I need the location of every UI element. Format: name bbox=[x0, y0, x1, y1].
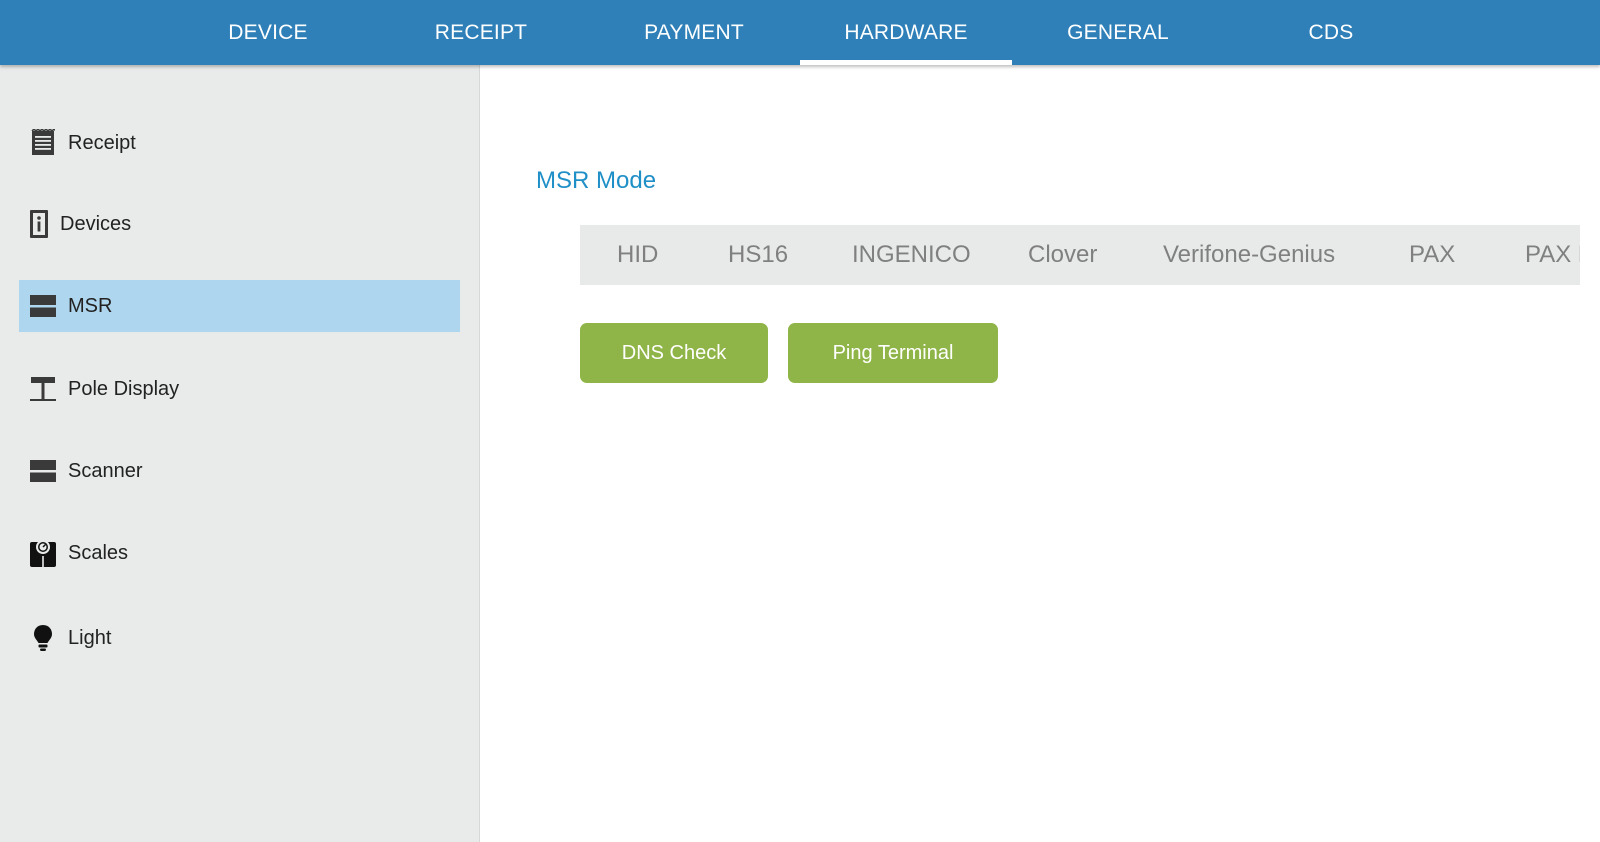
mode-option-pax-e[interactable]: PAX E bbox=[1525, 225, 1580, 285]
mode-option-pax[interactable]: PAX bbox=[1409, 225, 1455, 285]
tab-general[interactable]: GENERAL bbox=[1012, 0, 1224, 65]
sidebar-item-devices[interactable]: Devices bbox=[19, 198, 460, 250]
sidebar-item-label: Light bbox=[68, 626, 112, 649]
sidebar-item-light[interactable]: Light bbox=[19, 612, 460, 664]
scanner-icon bbox=[28, 456, 58, 486]
sidebar-item-label: Scales bbox=[68, 541, 129, 564]
sidebar-item-scales[interactable]: Scales bbox=[19, 527, 460, 579]
tab-device[interactable]: DEVICE bbox=[162, 0, 374, 65]
sidebar-item-label: Scanner bbox=[68, 459, 143, 482]
msr-icon bbox=[28, 291, 58, 321]
mode-option-hid[interactable]: HID bbox=[617, 225, 658, 285]
sidebar-item-pole-display[interactable]: Pole Display bbox=[19, 363, 460, 415]
sidebar: Receipt Devices MSR Pole Display Scanner… bbox=[0, 65, 480, 842]
sidebar-item-label: Pole Display bbox=[68, 377, 180, 400]
tab-receipt[interactable]: RECEIPT bbox=[375, 0, 587, 65]
tab-hardware[interactable]: HARDWARE bbox=[800, 0, 1012, 65]
devices-icon bbox=[28, 209, 50, 239]
mode-option-ingenico[interactable]: INGENICO bbox=[852, 225, 971, 285]
dns-check-button[interactable]: DNS Check bbox=[580, 323, 768, 383]
pole-display-icon bbox=[28, 374, 58, 404]
light-bulb-icon bbox=[28, 623, 58, 653]
sidebar-item-label: Receipt bbox=[68, 131, 136, 154]
ping-terminal-button[interactable]: Ping Terminal bbox=[788, 323, 998, 383]
tab-payment[interactable]: PAYMENT bbox=[588, 0, 800, 65]
receipt-icon bbox=[28, 128, 58, 158]
main-content: MSR Mode HID HS16 INGENICO Clover Verifo… bbox=[480, 65, 1600, 842]
top-tab-bar: DEVICE RECEIPT PAYMENT HARDWARE GENERAL … bbox=[0, 0, 1600, 65]
sidebar-item-label: Devices bbox=[60, 212, 132, 235]
scales-icon bbox=[28, 538, 58, 568]
sidebar-item-msr[interactable]: MSR bbox=[19, 280, 460, 332]
sidebar-item-label: MSR bbox=[68, 294, 113, 317]
sidebar-item-receipt[interactable]: Receipt bbox=[19, 117, 460, 169]
mode-option-verifone-genius[interactable]: Verifone-Genius bbox=[1163, 225, 1335, 285]
section-title: MSR Mode bbox=[536, 167, 657, 194]
msr-mode-selector: HID HS16 INGENICO Clover Verifone-Genius… bbox=[580, 225, 1580, 285]
mode-option-hs16[interactable]: HS16 bbox=[728, 225, 788, 285]
mode-option-clover[interactable]: Clover bbox=[1028, 225, 1097, 285]
sidebar-item-scanner[interactable]: Scanner bbox=[19, 445, 460, 497]
tab-cds[interactable]: CDS bbox=[1225, 0, 1437, 65]
